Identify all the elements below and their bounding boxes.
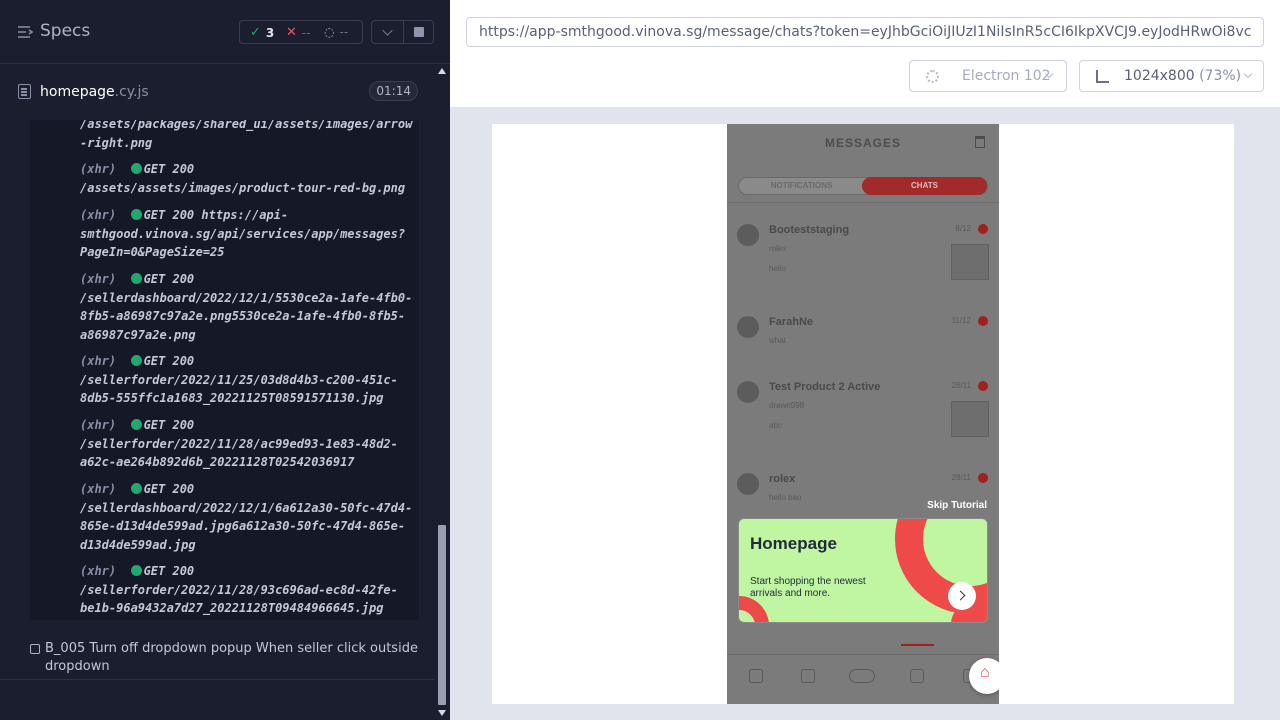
test-status-icon (30, 644, 40, 654)
spec-header[interactable]: homepage.cy.js 01:14 (0, 65, 434, 119)
browser-icon (926, 70, 939, 83)
test-title: B_005 Turn off dropdown popup When selle… (45, 641, 418, 674)
tab-notifications[interactable]: NOTIFICATIONS (739, 178, 864, 194)
log-entry[interactable]: (xhr) GET 200 /sellerdashboard/2022/12/1… (80, 480, 412, 554)
active-tab-indicator (901, 644, 934, 646)
trash-icon[interactable] (975, 136, 985, 148)
test-stats: ✓ 3 ✕ -- ◌ -- (239, 20, 363, 44)
passed-stat: ✓ 3 (250, 25, 275, 40)
status-dot-icon (130, 355, 142, 366)
scroll-up-icon[interactable] (438, 68, 446, 74)
bottom-nav (727, 654, 999, 704)
failed-stat: ✕ -- (286, 25, 311, 40)
browser-select[interactable]: Electron 102 (909, 60, 1067, 92)
runner-panel: https://app-smthgood.vinova.sg/message/c… (450, 0, 1280, 720)
status-dot-icon (130, 419, 142, 430)
status-dot-icon (130, 483, 142, 494)
unread-badge (978, 381, 988, 391)
nav-messages-icon[interactable] (910, 669, 924, 683)
scroll-down-icon[interactable] (438, 710, 446, 716)
next-button[interactable] (948, 582, 976, 610)
log-entry[interactable]: /assets/packages/shared_ui/assets/images… (80, 120, 412, 152)
status-dot-icon (130, 209, 142, 220)
divider (0, 679, 434, 680)
url-bar[interactable]: https://app-smthgood.vinova.sg/message/c… (466, 17, 1264, 47)
pending-stat: ◌ -- (324, 25, 349, 39)
unread-badge (978, 473, 988, 483)
unread-badge (978, 316, 988, 326)
log-entry[interactable]: (xhr) GET 200 /sellerdashboard/2022/12/1… (80, 270, 412, 344)
status-dot-icon (130, 163, 142, 174)
specs-list-icon[interactable] (17, 24, 33, 40)
spec-duration: 01:14 (369, 81, 418, 101)
chevron-down-icon (1243, 69, 1253, 79)
log-entry[interactable]: (xhr) GET 200 /sellerforder/2022/11/28/9… (80, 562, 398, 618)
product-thumbnail (951, 401, 989, 437)
nav-add-icon[interactable] (849, 669, 875, 683)
spec-filename: homepage.cy.js (40, 84, 149, 100)
log-entry[interactable]: (xhr) GET 200 /assets/assets/images/prod… (80, 160, 405, 197)
avatar (737, 316, 759, 338)
page-title: MESSAGES (824, 136, 901, 150)
scroll-thumb[interactable] (438, 525, 446, 705)
file-icon (18, 84, 31, 99)
x-icon: ✕ (286, 25, 297, 40)
tutorial-title: Homepage (750, 534, 837, 553)
avatar (737, 224, 759, 246)
chevron-down-icon (382, 25, 393, 36)
command-log: /assets/packages/shared_ui/assets/images… (30, 120, 419, 620)
app-screen: MESSAGES NOTIFICATIONS CHATS Booteststag… (727, 124, 999, 704)
reporter-scrollbar[interactable] (434, 64, 450, 720)
stop-button[interactable] (403, 20, 434, 44)
ruler-icon (1096, 70, 1109, 83)
unread-badge (978, 224, 988, 234)
status-dot-icon (130, 273, 142, 284)
viewport-select[interactable]: 1024x800 (73%) (1079, 60, 1264, 92)
skip-tutorial-button[interactable]: Skip Tutorial (927, 500, 987, 511)
reporter-panel: Specs ✓ 3 ✕ -- ◌ -- homepage.cy.js 01:14 /a… (0, 0, 450, 720)
pending-icon: ◌ (324, 25, 335, 39)
collapse-toggle-button[interactable] (371, 20, 404, 44)
tab-chats[interactable]: CHATS (862, 177, 987, 195)
home-fab-icon[interactable] (969, 658, 999, 694)
tutorial-card: Homepage Start shopping the newest arriv… (738, 518, 988, 623)
nav-home-icon[interactable] (749, 669, 763, 683)
stop-icon (414, 27, 424, 37)
check-icon: ✓ (250, 25, 261, 40)
log-entry[interactable]: (xhr) GET 200 /sellerforder/2022/11/25/0… (80, 352, 398, 408)
specs-title[interactable]: Specs (40, 21, 90, 41)
log-entry[interactable]: (xhr) GET 200 https://api- smthgood.vino… (80, 206, 405, 262)
app-under-test-frame: MESSAGES NOTIFICATIONS CHATS Booteststag… (492, 124, 1234, 704)
product-thumbnail (951, 244, 989, 280)
avatar (737, 473, 759, 495)
nav-orders-icon[interactable] (801, 669, 815, 683)
log-entry[interactable]: (xhr) GET 200 /sellerforder/2022/11/28/a… (80, 416, 398, 472)
divider (727, 202, 999, 203)
tutorial-subtitle: Start shopping the newest arrivals and m… (750, 576, 866, 599)
runner-header: https://app-smthgood.vinova.sg/message/c… (450, 0, 1280, 107)
status-dot-icon (130, 565, 142, 576)
avatar (737, 381, 759, 403)
tab-switcher: NOTIFICATIONS CHATS (738, 177, 988, 195)
reporter-header: Specs ✓ 3 ✕ -- ◌ -- (0, 0, 450, 64)
